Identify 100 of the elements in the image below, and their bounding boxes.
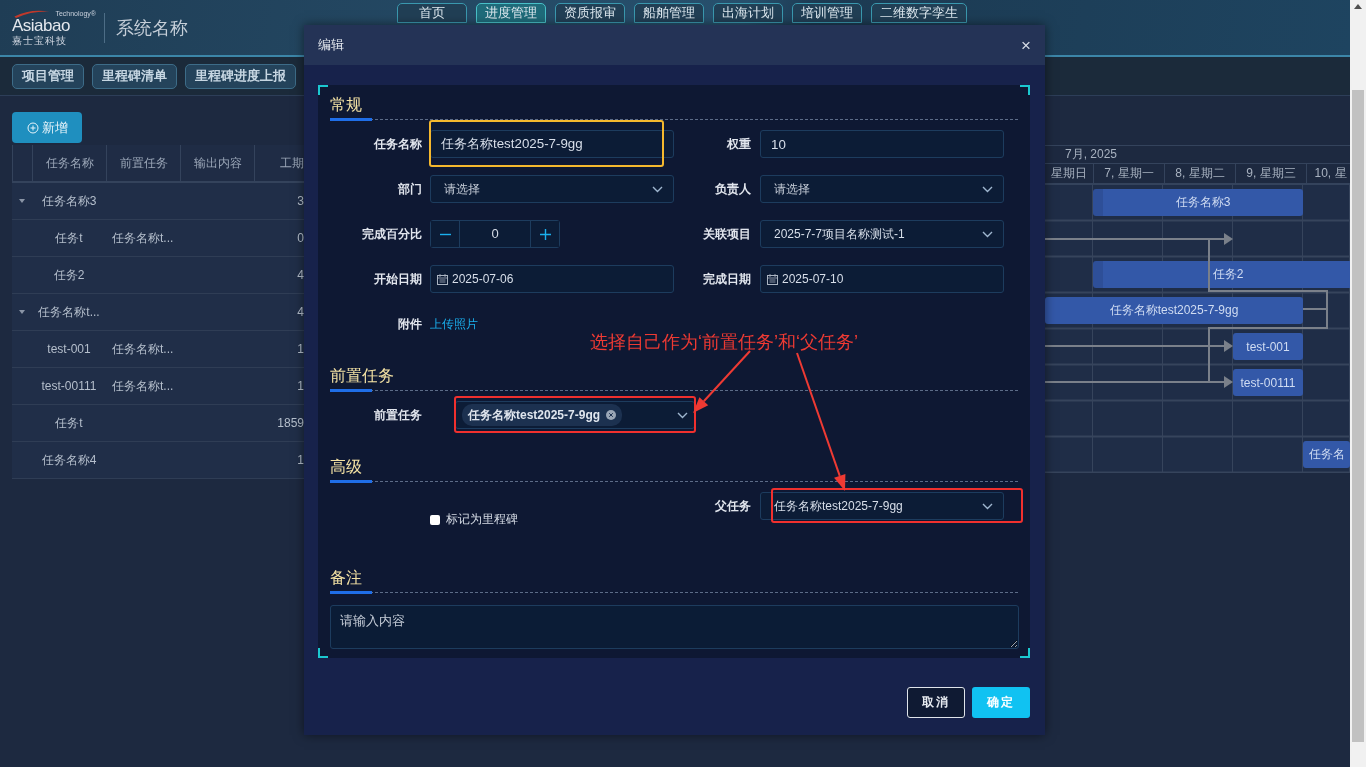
day-header: 9, 星期三 xyxy=(1236,164,1307,183)
nav-tab[interactable]: 出海计划 xyxy=(713,3,783,23)
scroll-up-arrow-icon xyxy=(1354,4,1362,9)
logo-swoosh-icon xyxy=(12,9,52,18)
chevron-down-icon xyxy=(982,502,993,510)
field-label: 完成日期 xyxy=(702,270,751,288)
checkbox[interactable] xyxy=(430,514,440,525)
text-field[interactable]: 10 xyxy=(760,130,1004,158)
nav-tab[interactable]: 培训管理 xyxy=(792,3,862,23)
tag-label: 任务名称test2025-7-9gg xyxy=(468,406,601,424)
task-name-cell-text: 任务名称4 xyxy=(40,451,98,469)
duration-cell-text: 4 xyxy=(296,305,304,319)
gantt-bar[interactable]: 任务2 xyxy=(1093,261,1350,288)
day-header: 7, 星期一 xyxy=(1094,164,1165,183)
field-label: 前置任务 xyxy=(373,406,422,424)
duration-cell-text: 1859 xyxy=(276,416,304,430)
task-name-cell-text: 任务t xyxy=(54,229,84,247)
field-label: 完成百分比 xyxy=(361,225,422,243)
task-name-cell-text: 任务t xyxy=(54,414,84,432)
section-title: 前置任务 xyxy=(330,366,394,386)
notes-field[interactable]: 请输入内容 xyxy=(330,605,1019,649)
task-name-cell-text: 任务名称3 xyxy=(40,192,98,210)
field-label: 父任务 xyxy=(714,497,751,515)
calendar-icon xyxy=(767,273,778,285)
cancel-button[interactable]: 取消 xyxy=(907,687,965,718)
checkbox-label: 标记为里程碑 xyxy=(446,511,518,528)
section-title: 备注 xyxy=(330,568,362,588)
section-title: 高级 xyxy=(330,457,362,477)
day-header: 8, 星期二 xyxy=(1165,164,1236,183)
field-label: 附件 xyxy=(397,315,422,333)
sub-tab[interactable]: 项目管理 xyxy=(12,63,84,89)
nav-tab[interactable]: 船舶管理 xyxy=(634,3,704,23)
section-underline xyxy=(330,389,372,392)
predecessor-cell-text: 任务名称t... xyxy=(111,340,175,358)
collapse-caret-icon[interactable] xyxy=(18,308,26,316)
scrollbar-thumb[interactable] xyxy=(1352,90,1364,742)
section-underline xyxy=(330,591,372,594)
nav-tab[interactable]: 首页 xyxy=(397,3,467,23)
column-header: 前置任务 xyxy=(106,145,180,181)
calendar-icon xyxy=(437,273,448,285)
system-name: 系统名称 xyxy=(116,16,188,40)
field-label: 开始日期 xyxy=(373,270,422,288)
close-button[interactable]: × xyxy=(1021,36,1031,54)
corner-bracket-icon xyxy=(1020,648,1030,658)
duration-cell-text: 3 xyxy=(296,194,304,208)
duration-cell-text: 0 xyxy=(296,231,304,245)
chevron-down-icon xyxy=(677,411,688,419)
tag-chip[interactable]: 任务名称test2025-7-9gg xyxy=(462,404,623,426)
collapse-caret-icon[interactable] xyxy=(18,197,26,205)
nav-tab[interactable]: 资质报审 xyxy=(555,3,625,23)
gantt-bar[interactable]: test-001 xyxy=(1233,333,1303,360)
chevron-down-icon xyxy=(652,185,663,193)
task-name-cell-text: 任务名称t... xyxy=(37,303,101,321)
section-underline xyxy=(330,118,372,121)
sub-tab[interactable]: 里程碑进度上报 xyxy=(185,63,296,89)
nav-tab[interactable]: 二维数字孪生 xyxy=(871,3,967,23)
section-title: 常规 xyxy=(330,95,362,115)
upload-link[interactable]: 上传照片 xyxy=(430,315,478,333)
task-name-cell-text: test-00111 xyxy=(40,379,98,393)
duration-cell-text: 4 xyxy=(296,268,304,282)
multi-select-field[interactable]: 任务名称test2025-7-9gg xyxy=(455,401,695,429)
task-name-cell-text: 任务2 xyxy=(52,266,86,284)
column-header: 输出内容 xyxy=(180,145,254,181)
text-field[interactable]: 任务名称test2025-7-9gg xyxy=(430,130,674,158)
gantt-bar[interactable]: 任务名称3 xyxy=(1093,189,1303,216)
section-underline xyxy=(330,480,372,483)
column-header: 任务名称 xyxy=(32,145,106,181)
predecessor-cell-text: 任务名称t... xyxy=(111,377,175,395)
gantt-bar[interactable]: 任务名称test2025-7-9gg xyxy=(1045,297,1303,324)
select-field[interactable]: 任务名称test2025-7-9gg xyxy=(760,492,1004,520)
logo-subtitle: 嘉士宝科技 xyxy=(12,34,67,46)
select-field[interactable]: 请选择 xyxy=(760,175,1004,203)
corner-bracket-icon xyxy=(1020,85,1030,95)
gantt-bar[interactable]: 任务名 xyxy=(1303,441,1350,468)
duration-cell-text: 1 xyxy=(296,379,304,393)
corner-bracket-icon xyxy=(318,85,328,95)
annotation-text: 选择自己作为‘前置任务’和‘父任务’ xyxy=(590,331,858,354)
duration-cell-text: 1 xyxy=(296,453,304,467)
annotation-arrow xyxy=(693,350,751,413)
corner-bracket-icon xyxy=(318,648,328,658)
dialog-title: 编辑 xyxy=(318,36,344,54)
task-name-cell-text: test-001 xyxy=(46,342,92,356)
predecessor-cell-text: 任务名称t... xyxy=(111,229,175,247)
chevron-down-icon xyxy=(982,230,993,238)
nav-tab[interactable]: 进度管理 xyxy=(476,3,546,23)
field-label: 权重 xyxy=(726,135,751,153)
gantt-bar[interactable]: test-00111 xyxy=(1233,369,1303,396)
date-field[interactable]: 2025-07-06 xyxy=(430,265,674,293)
chevron-down-icon xyxy=(982,185,993,193)
clear-icon xyxy=(606,410,617,420)
sub-tab[interactable]: 里程碑清单 xyxy=(92,63,177,89)
date-field[interactable]: 2025-07-10 xyxy=(760,265,1004,293)
plus-icon xyxy=(539,228,551,240)
logo-brand: Asiabao xyxy=(12,16,70,35)
field-label: 关联项目 xyxy=(702,225,751,243)
field-label: 部门 xyxy=(397,180,422,198)
select-field[interactable]: 2025-7-7项目名称测试-1 xyxy=(760,220,1004,248)
select-field[interactable]: 请选择 xyxy=(430,175,674,203)
duration-cell-text: 1 xyxy=(296,342,304,356)
field-label: 任务名称 xyxy=(373,135,422,153)
